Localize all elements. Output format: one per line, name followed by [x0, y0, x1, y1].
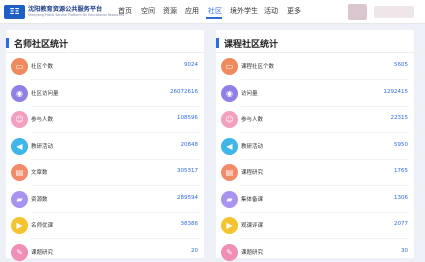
stat-value: 20 — [191, 247, 198, 254]
stat-label: 参与人数 — [31, 117, 54, 123]
nav-item-home[interactable]: 首页 — [118, 7, 132, 16]
stat-row: ▰ 资源数 289594 — [6, 187, 204, 213]
course-community-stats-panel: 课程社区统计 ▭ 课程社区个数 5605 ◉ 访问量 1292415 ☺ 参与人数 22315 ◀… — [216, 30, 414, 261]
stat-row: ▶ 观课评课 2077 — [216, 213, 414, 239]
stat-label: 集体备课 — [241, 196, 264, 203]
stat-value: 1292415 — [383, 88, 409, 95]
stat-label: 参与人数 — [241, 117, 264, 123]
stat-row: ▤ 课程研究 1765 — [216, 160, 414, 186]
site-logo[interactable]: ΞΞ 沈阳教育资源公共服务平台 Shenyang Public Service … — [4, 4, 124, 21]
stat-label: 观课评课 — [241, 223, 264, 229]
stat-label: 课程研究 — [241, 170, 264, 176]
video-icon: ▶ — [221, 217, 238, 234]
panel-title: 名师社区统计 — [14, 40, 69, 50]
stat-row: ◉ 社区访问量 26072616 — [6, 81, 204, 107]
stat-label: 社区个数 — [31, 64, 54, 70]
stat-row: ✎ 课题研究 30 — [216, 240, 414, 262]
stat-row: ▤ 文章数 305317 — [6, 160, 204, 186]
stat-value: 38386 — [180, 221, 199, 227]
top-navigation-bar: ΞΞ 沈阳教育资源公共服务平台 Shenyang Public Service … — [0, 0, 425, 24]
nav-item-resources[interactable]: 资源 — [163, 7, 177, 16]
stat-value: 30 — [401, 247, 408, 254]
stat-row: ▰ 集体备课 1306 — [216, 187, 414, 213]
stat-label: 课题研究 — [241, 249, 264, 256]
monitor-icon: ▭ — [221, 58, 238, 75]
stat-row: ◀ 教研活动 20848 — [6, 134, 204, 160]
nav-item-apps[interactable]: 应用 — [185, 7, 199, 16]
user-avatar[interactable] — [348, 4, 367, 20]
folder-icon: ▰ — [221, 190, 238, 208]
stat-label: 课程社区个数 — [241, 64, 275, 70]
nav-item-activities[interactable]: 活动 — [264, 7, 278, 16]
eye-icon: ◉ — [11, 84, 28, 102]
stat-label: 教研活动 — [31, 143, 54, 150]
stat-value: 1306 — [394, 194, 408, 201]
stat-label: 文章数 — [31, 170, 48, 176]
panel-title: 课程社区统计 — [224, 40, 279, 50]
video-icon: ▶ — [11, 217, 28, 234]
stat-value: 9024 — [184, 62, 198, 68]
stat-label: 课题研究 — [31, 249, 54, 256]
stat-value: 289594 — [177, 194, 198, 201]
stat-row: ▶ 名师优课 38386 — [6, 213, 204, 239]
site-subtitle: Shenyang Public Service Platform for Edu… — [28, 13, 125, 17]
stat-value: 22315 — [390, 115, 409, 121]
stat-value: 20848 — [180, 141, 199, 148]
megaphone-icon: ◀ — [11, 137, 28, 155]
stat-value: 305317 — [177, 168, 198, 174]
stat-value: 1765 — [394, 168, 408, 174]
monitor-icon: ▭ — [11, 58, 28, 75]
article-icon: ▤ — [11, 164, 28, 181]
stat-row: ◀ 教研活动 5950 — [216, 134, 414, 160]
logo-mark-icon: ΞΞ — [4, 5, 25, 19]
users-icon: ☺ — [221, 111, 238, 128]
stat-row: ☺ 参与人数 108596 — [6, 107, 204, 133]
stat-label: 访问量 — [241, 90, 258, 97]
stat-label: 资源数 — [31, 196, 48, 203]
users-icon: ☺ — [11, 111, 28, 128]
stat-label: 名师优课 — [31, 223, 54, 229]
user-name[interactable] — [374, 6, 414, 18]
site-title: 沈阳教育资源公共服务平台 — [28, 6, 103, 13]
stat-label: 社区访问量 — [31, 90, 59, 97]
research-icon: ✎ — [221, 243, 238, 261]
research-icon: ✎ — [11, 243, 28, 261]
megaphone-icon: ◀ — [221, 137, 238, 155]
stat-value: 5605 — [394, 62, 408, 68]
nav-item-more[interactable]: 更多 — [287, 7, 301, 16]
eye-icon: ◉ — [221, 84, 238, 102]
stat-label: 教研活动 — [241, 143, 264, 150]
stat-value: 2077 — [394, 221, 408, 227]
stat-row: ✎ 课题研究 20 — [6, 240, 204, 262]
stat-row: ◉ 访问量 1292415 — [216, 81, 414, 107]
stat-row: ▭ 课程社区个数 5605 — [216, 54, 414, 80]
panel-title-accent — [6, 38, 9, 48]
stat-row: ▭ 社区个数 9024 — [6, 54, 204, 80]
stat-row: ☺ 参与人数 22315 — [216, 107, 414, 133]
article-icon: ▤ — [221, 164, 238, 181]
nav-item-space[interactable]: 空间 — [141, 7, 155, 16]
stat-value: 26072616 — [170, 88, 198, 95]
nav-item-community[interactable]: 社区 — [208, 7, 222, 16]
active-nav-indicator — [206, 17, 222, 19]
nav-item-overseas-students[interactable]: 境外学生 — [230, 7, 258, 16]
panel-divider — [216, 52, 414, 53]
stat-value: 5950 — [394, 141, 408, 148]
folder-icon: ▰ — [11, 190, 28, 208]
stat-value: 108596 — [177, 115, 198, 121]
panel-divider — [6, 52, 204, 53]
panel-title-accent — [216, 38, 219, 48]
teacher-community-stats-panel: 名师社区统计 ▭ 社区个数 9024 ◉ 社区访问量 26072616 ☺ 参与人数 10859… — [6, 30, 204, 261]
